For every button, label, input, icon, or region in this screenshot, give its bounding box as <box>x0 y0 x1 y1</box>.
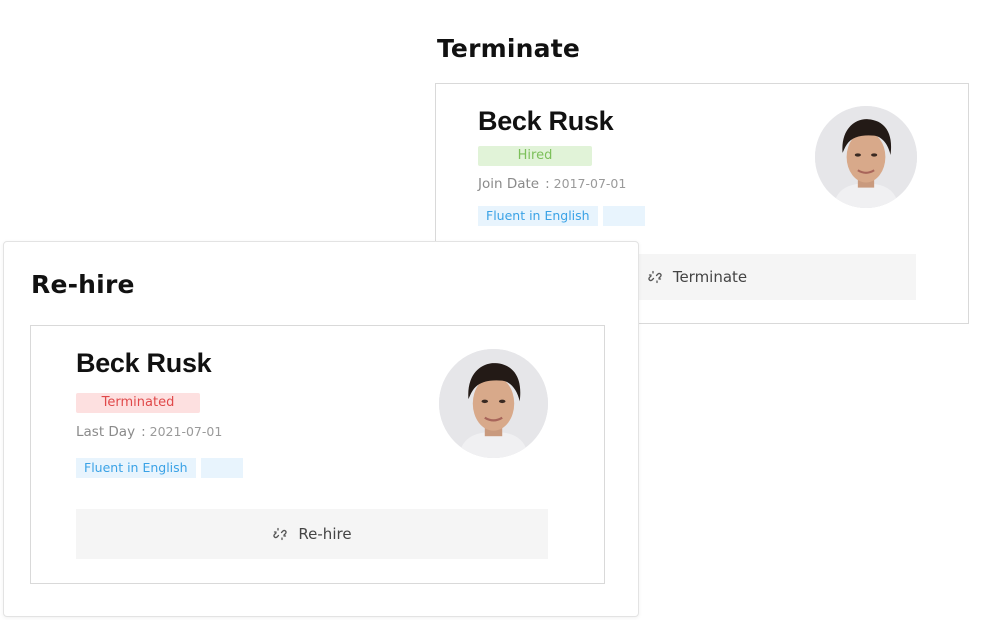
rehire-employee-card: Beck Rusk Terminated Last Day:2021-07-01… <box>30 325 605 584</box>
skill-tags: Fluent in English <box>76 458 243 478</box>
join-date-row: Join Date:2017-07-01 <box>478 176 626 192</box>
unlink-icon <box>648 270 662 284</box>
skill-tag: Fluent in English <box>478 206 598 226</box>
rehire-button-label: Re-hire <box>298 525 352 543</box>
status-badge-hired: Hired <box>478 146 592 166</box>
last-day-value: 2021-07-01 <box>149 424 223 439</box>
terminate-panel-title: Terminate <box>437 34 581 63</box>
date-separator: : <box>545 176 550 192</box>
employee-name: Beck Rusk <box>76 348 212 378</box>
user-avatar-photo <box>439 349 548 458</box>
avatar-face-icon <box>815 106 917 208</box>
skill-tag: Fluent in English <box>76 458 196 478</box>
last-day-row: Last Day:2021-07-01 <box>76 424 222 440</box>
user-avatar-photo <box>815 106 917 208</box>
skill-tags: Fluent in English <box>478 206 645 226</box>
date-separator: : <box>141 424 146 440</box>
unlink-icon <box>273 527 288 541</box>
skill-tag-empty <box>602 206 645 226</box>
skill-tag-empty <box>200 458 243 478</box>
join-date-label: Join Date <box>478 176 540 192</box>
last-day-label: Last Day <box>76 424 136 440</box>
stage: Terminate Beck Rusk Hired Join Date:2017… <box>0 0 1002 620</box>
rehire-panel-title: Re-hire <box>31 270 135 299</box>
terminate-button-label: Terminate <box>672 268 748 286</box>
join-date-value: 2017-07-01 <box>553 176 627 191</box>
avatar-face-icon <box>439 349 548 458</box>
rehire-panel: Re-hire Beck Rusk Terminated Last Day:20… <box>3 241 639 617</box>
rehire-button[interactable]: Re-hire <box>76 509 548 559</box>
status-badge-terminated: Terminated <box>76 393 200 413</box>
employee-name: Beck Rusk <box>478 106 614 136</box>
